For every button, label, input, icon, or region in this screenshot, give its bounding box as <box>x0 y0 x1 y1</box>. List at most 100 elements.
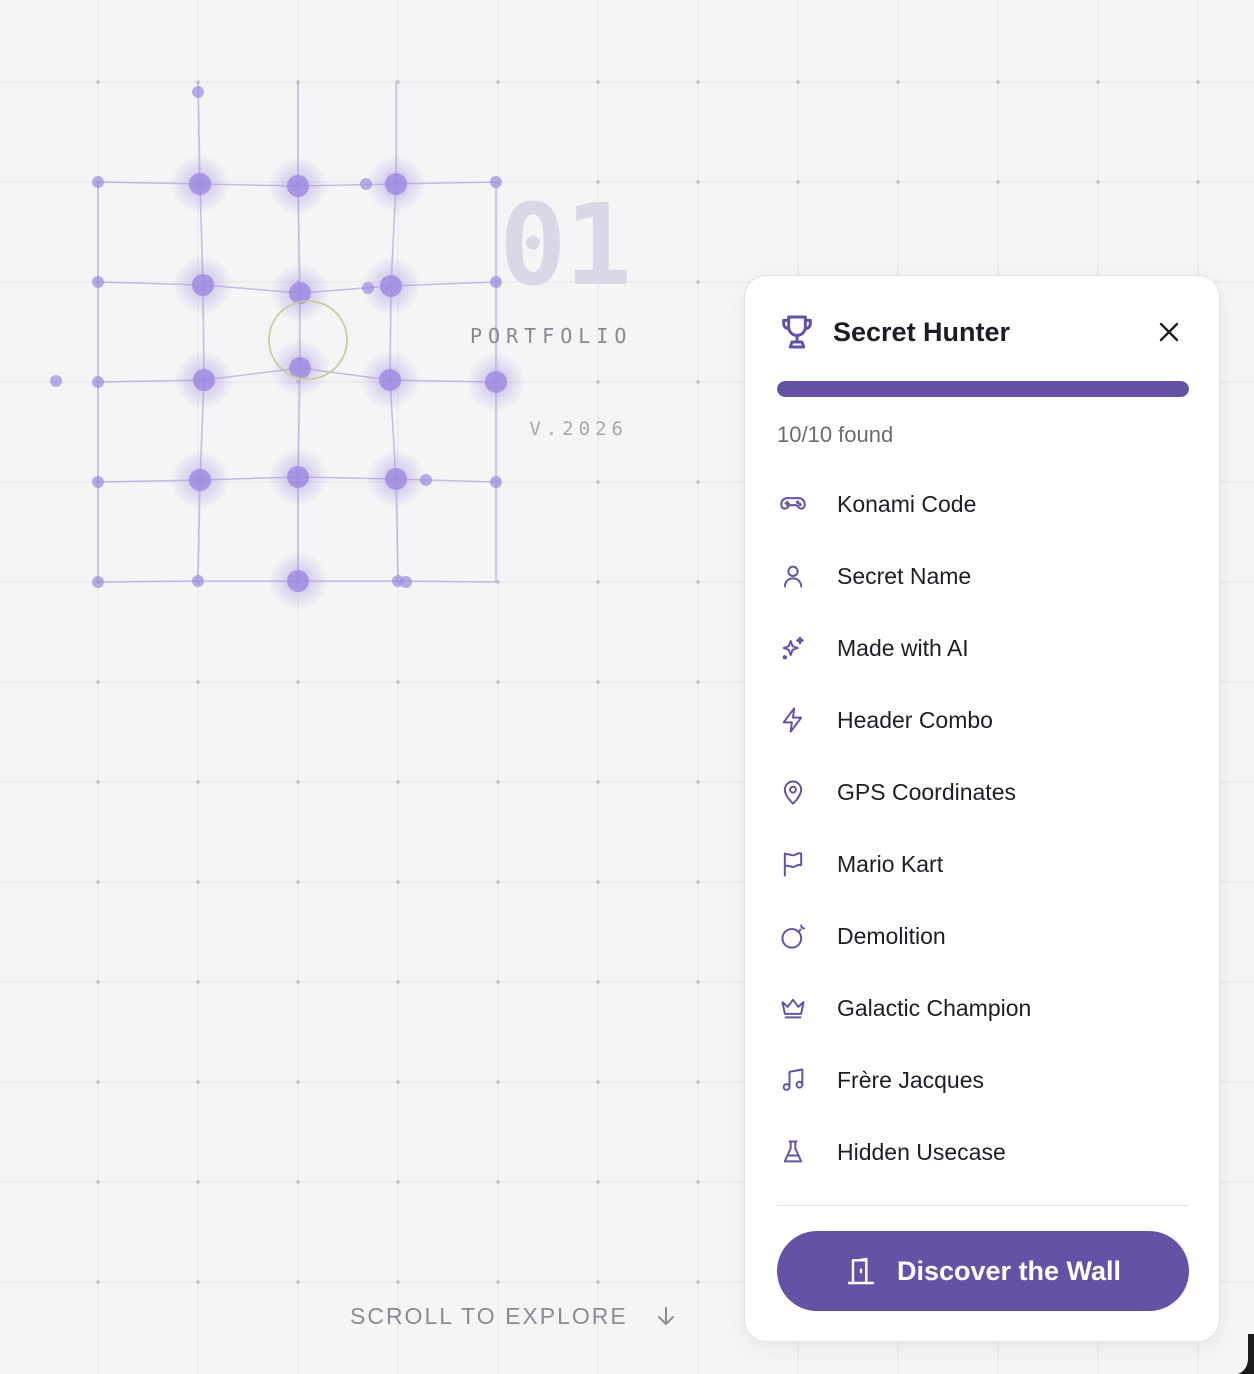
grid-dot <box>96 880 100 884</box>
arrow-down-icon <box>657 1307 674 1325</box>
grid-dot <box>296 1080 300 1084</box>
list-item-label: GPS Coordinates <box>837 778 1016 805</box>
list-item[interactable]: Mario Kart <box>777 828 1189 900</box>
list-item-label: Konami Code <box>837 490 977 517</box>
grid-dot <box>596 680 600 684</box>
list-item[interactable]: GPS Coordinates <box>777 756 1189 828</box>
grid-dot <box>396 1280 400 1284</box>
grid-dot <box>696 1080 700 1084</box>
crown-icon <box>781 998 805 1019</box>
network-node <box>287 466 309 488</box>
grid-dot <box>296 1280 300 1284</box>
grid-dot <box>496 980 500 984</box>
hero-version: V.2026 <box>529 418 628 440</box>
door-icon <box>847 1257 875 1285</box>
list-item[interactable]: Header Combo <box>777 684 1189 756</box>
grid-dot <box>696 980 700 984</box>
network-node <box>192 274 214 296</box>
panel-title: Secret Hunter <box>833 316 1011 347</box>
list-item[interactable]: Made with AI <box>777 612 1189 684</box>
network-node <box>189 469 211 491</box>
grid-dot <box>96 1180 100 1184</box>
sparkles-icon <box>782 636 804 660</box>
list-item-label: Mario Kart <box>837 850 944 877</box>
network-node-small <box>92 176 104 188</box>
grid-dot <box>1196 80 1200 84</box>
grid-dot <box>296 680 300 684</box>
grid-dot <box>96 1280 100 1284</box>
grid-dot <box>196 780 200 784</box>
grid-dot <box>1096 180 1100 184</box>
network-edge <box>397 580 497 583</box>
network-node <box>380 275 402 297</box>
discover-wall-button[interactable]: Discover the Wall <box>777 1231 1189 1311</box>
hero-label: PORTFOLIO <box>470 324 633 348</box>
network-node-small <box>360 178 372 190</box>
list-item-label: Made with AI <box>837 634 969 661</box>
panel-divider <box>777 1205 1189 1206</box>
grid-dot <box>396 880 400 884</box>
list-item[interactable]: Hidden Usecase <box>777 1116 1189 1188</box>
close-icon <box>1159 322 1179 342</box>
grid-dot <box>596 380 600 384</box>
hero-number: 01 <box>499 181 632 311</box>
list-item-label: Header Combo <box>837 706 993 733</box>
grid-dot <box>696 580 700 584</box>
grid-dot <box>96 780 100 784</box>
network-node-small <box>420 474 432 486</box>
gamepad-icon <box>780 497 806 510</box>
grid-dot <box>896 180 900 184</box>
grid-dot <box>696 680 700 684</box>
grid-dot <box>796 180 800 184</box>
grid-dot <box>196 1080 200 1084</box>
close-button[interactable] <box>1151 314 1187 350</box>
discover-wall-label: Discover the Wall <box>896 1255 1122 1286</box>
grid-dot <box>596 980 600 984</box>
network-node-small <box>192 86 204 98</box>
grid-dot <box>596 1080 600 1084</box>
scroll-hint[interactable]: SCROLL TO EXPLORE <box>350 1300 678 1332</box>
list-item[interactable]: Konami Code <box>777 468 1189 540</box>
grid-dot <box>196 680 200 684</box>
network-node <box>287 175 309 197</box>
network-node <box>189 173 211 195</box>
grid-dot <box>396 980 400 984</box>
network-node <box>379 369 401 391</box>
list-item-label: Secret Name <box>837 562 972 589</box>
grid-dot <box>496 80 500 84</box>
grid-dot <box>996 180 1000 184</box>
bomb-icon <box>781 924 806 949</box>
grid-dot <box>596 880 600 884</box>
grid-dot <box>296 880 300 884</box>
network-node-small <box>400 576 412 588</box>
grid-dot <box>696 880 700 884</box>
list-item[interactable]: Galactic Champion <box>777 972 1189 1044</box>
grid-dot <box>396 1180 400 1184</box>
list-item[interactable]: Frère Jacques <box>777 1044 1189 1116</box>
secrets-list: Konami Code Secret Name Made with AI Hea… <box>777 468 1189 1188</box>
grid-dot <box>96 80 100 84</box>
grid-dot <box>96 680 100 684</box>
lightning-icon <box>782 707 803 733</box>
grid-dot <box>696 180 700 184</box>
network-node-small <box>92 576 104 588</box>
list-item[interactable]: Secret Name <box>777 540 1189 612</box>
grid-dot <box>696 780 700 784</box>
grid-dot <box>596 80 600 84</box>
grid-dot <box>396 1080 400 1084</box>
panel-header: Secret Hunter <box>777 312 1187 352</box>
network-node <box>193 369 215 391</box>
network-node-small <box>50 375 62 387</box>
network-node-small <box>192 575 204 587</box>
grid-dot <box>696 280 700 284</box>
grid-dot <box>396 680 400 684</box>
grid-dot <box>996 80 1000 84</box>
grid-dot <box>596 580 600 584</box>
list-item[interactable]: Demolition <box>777 900 1189 972</box>
list-item-label: Frère Jacques <box>837 1066 985 1093</box>
progress-bar <box>777 381 1189 397</box>
grid-dot <box>1196 180 1200 184</box>
network-node <box>287 570 309 592</box>
grid-dot <box>596 780 600 784</box>
map-pin-icon <box>783 780 803 805</box>
